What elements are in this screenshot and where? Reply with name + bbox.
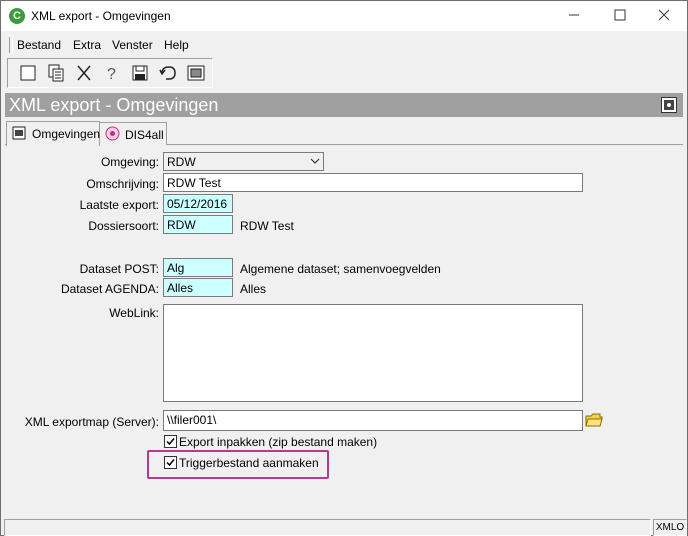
weblink-textarea[interactable]: [163, 304, 583, 402]
dataset-post-label: Dataset POST:: [79, 262, 159, 276]
status-bar: [4, 519, 651, 536]
omschrijving-field[interactable]: RDW Test: [163, 173, 583, 192]
toolbar: ?: [7, 58, 213, 88]
page-banner: XML export - Omgevingen: [5, 93, 683, 117]
dataset-post-field[interactable]: Alg: [163, 258, 233, 277]
window-title: XML export - Omgevingen: [31, 9, 171, 23]
help-button[interactable]: ?: [102, 63, 122, 83]
exportmap-label: XML exportmap (Server):: [24, 415, 159, 429]
tab-dis4all[interactable]: DIS4all: [99, 122, 167, 145]
save-button[interactable]: [130, 63, 150, 83]
exportmap-field[interactable]: \\filer001\: [163, 410, 583, 431]
folder-icon: [585, 413, 603, 427]
triggerbestand-checkbox[interactable]: [164, 456, 177, 469]
svg-text:?: ?: [107, 66, 116, 83]
close-button[interactable]: [641, 1, 687, 31]
menu-bar: Bestand Extra Venster Help: [1, 34, 687, 54]
tab-label: Omgevingen: [32, 127, 101, 141]
copy-icon: [48, 64, 64, 82]
triggerbestand-label[interactable]: Triggerbestand aanmaken: [179, 456, 319, 470]
laatste-export-label: Laatste export:: [79, 198, 159, 212]
dataset-agenda-field[interactable]: Alles: [163, 278, 233, 297]
delete-icon: [77, 65, 91, 81]
omgeving-label: Omgeving:: [100, 155, 159, 169]
dataset-agenda-description: Alles: [240, 282, 267, 296]
app-window: C XML export - Omgevingen Bestand Extra …: [0, 0, 688, 536]
undo-icon: [159, 66, 176, 80]
new-icon: [20, 65, 36, 81]
maximize-button[interactable]: [597, 1, 643, 31]
environment-icon: [661, 97, 677, 113]
dossiersoort-label: Dossiersoort:: [88, 219, 159, 233]
app-icon: C: [9, 8, 25, 24]
menu-venster[interactable]: Venster: [112, 38, 153, 52]
checkmark-icon: [166, 438, 175, 446]
dossiersoort-field[interactable]: RDW: [163, 215, 233, 234]
minimize-icon: [569, 14, 579, 16]
laatste-export-field[interactable]: 05/12/2016: [163, 194, 233, 213]
environment-icon: [12, 126, 26, 140]
omgeving-select[interactable]: RDW: [163, 152, 324, 171]
new-button[interactable]: [18, 63, 38, 83]
close-icon: [658, 9, 670, 21]
copy-button[interactable]: [46, 63, 66, 83]
export-icon: [187, 65, 205, 81]
dis4all-icon: [105, 126, 120, 141]
minimize-button[interactable]: [551, 1, 597, 31]
checkmark-icon: [166, 459, 175, 467]
title-bar: C XML export - Omgevingen: [1, 1, 687, 31]
omschrijving-label: Omschrijving:: [86, 177, 159, 191]
save-icon: [132, 65, 148, 81]
browse-folder-button[interactable]: [585, 411, 603, 429]
omgeving-value: RDW: [167, 155, 196, 169]
export-button[interactable]: [186, 63, 206, 83]
dataset-agenda-label: Dataset AGENDA:: [60, 282, 159, 296]
export-inpakken-checkbox[interactable]: [164, 435, 177, 448]
dataset-post-description: Algemene dataset; samenvoegvelden: [240, 262, 441, 276]
help-icon: ?: [107, 66, 116, 83]
dossiersoort-description: RDW Test: [240, 219, 294, 233]
undo-button[interactable]: [158, 63, 178, 83]
maximize-icon: [614, 9, 626, 21]
menu-help[interactable]: Help: [164, 38, 189, 52]
export-inpakken-label[interactable]: Export inpakken (zip bestand maken): [179, 435, 377, 449]
status-module: XMLO: [653, 519, 687, 536]
menu-extra[interactable]: Extra: [73, 38, 101, 52]
tab-label: DIS4all: [125, 128, 164, 142]
menu-bestand[interactable]: Bestand: [17, 38, 61, 52]
tab-omgevingen[interactable]: Omgevingen: [6, 121, 100, 146]
page-title: XML export - Omgevingen: [9, 95, 219, 115]
weblink-label: WebLink:: [109, 306, 159, 320]
delete-button[interactable]: [74, 63, 94, 83]
chevron-down-icon: [310, 158, 320, 164]
